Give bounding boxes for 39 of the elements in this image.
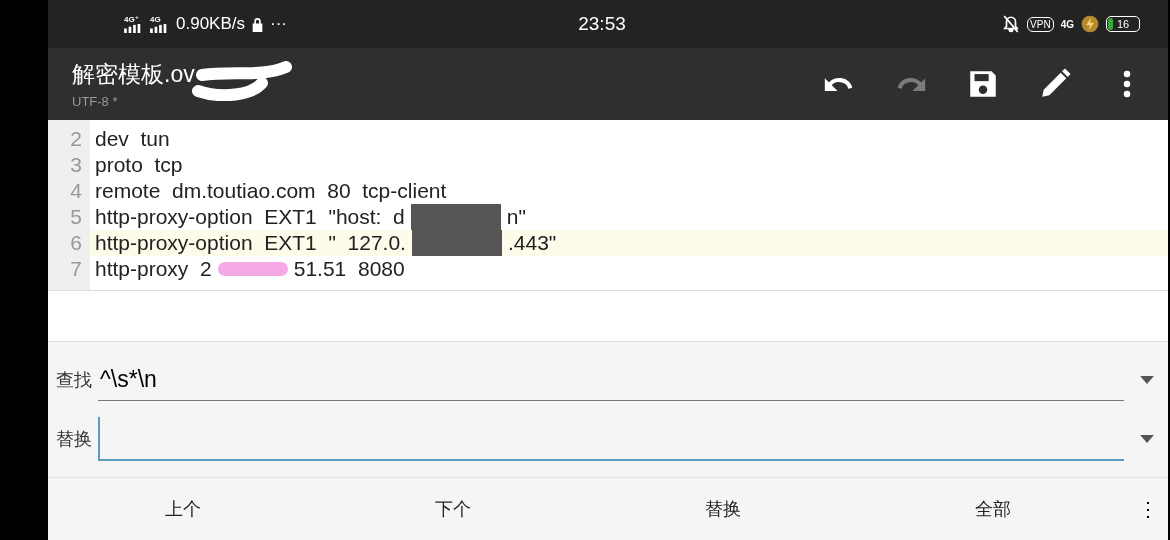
mobile-data: 4G	[1060, 18, 1074, 30]
redaction-mark	[217, 262, 288, 276]
line-number: 5	[70, 204, 82, 230]
dropdown-icon[interactable]	[1140, 375, 1154, 384]
code-line: n"	[506, 204, 526, 230]
find-action-button[interactable]: 上个	[48, 478, 318, 540]
code-line: http-proxy-option EXT1 " 127.0.	[95, 230, 406, 256]
line-number: 2	[70, 126, 82, 152]
charging-icon	[1081, 15, 1099, 33]
replace-label: 替换	[56, 428, 92, 451]
code-line: remote dm.toutiao.com 80 tcp-client	[95, 178, 447, 204]
battery-level: 16	[1116, 18, 1130, 30]
vpn-badge: VPN	[1027, 16, 1054, 32]
line-number: 7	[70, 256, 82, 282]
code-line: http-proxy-option EXT1 "host: d	[95, 204, 405, 230]
code-line: proto tcp	[95, 152, 183, 178]
file-title: 解密模板.ov	[72, 60, 195, 89]
line-number: 3	[70, 152, 82, 178]
code-line: .443"	[507, 230, 557, 256]
network-label: 4G	[150, 15, 161, 24]
more-button[interactable]: ⋮	[1128, 478, 1168, 540]
code-line: 51.51 8080	[293, 256, 405, 282]
line-number: 6	[70, 230, 82, 256]
dropdown-icon[interactable]	[1140, 435, 1154, 443]
file-encoding: UTF-8 *	[72, 94, 119, 109]
network-label: 4G⁺	[124, 15, 139, 24]
bell-muted-icon	[1002, 15, 1021, 33]
find-action-button[interactable]: 替换	[588, 478, 858, 540]
find-action-button[interactable]: 下个	[318, 478, 588, 540]
code-line: dev tun	[95, 126, 170, 152]
find-label: 查找	[56, 368, 92, 392]
code-line: http-proxy 2	[95, 256, 212, 282]
clock: 23:53	[578, 13, 626, 35]
network-speed: 0.90KB/s	[176, 14, 245, 34]
lock-icon	[251, 16, 264, 32]
more-notifications: ···	[270, 14, 287, 34]
battery-fill	[1108, 18, 1113, 30]
find-action-button[interactable]: 全部	[858, 478, 1128, 540]
line-number: 4	[70, 178, 82, 204]
